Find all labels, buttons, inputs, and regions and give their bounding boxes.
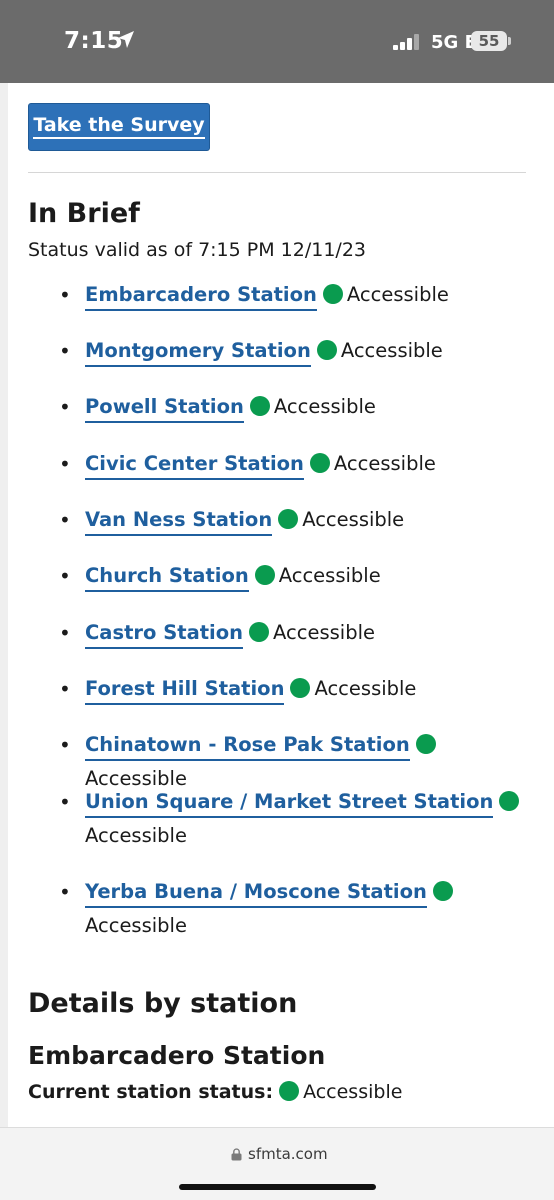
status-dot-icon xyxy=(249,622,270,642)
station-link-chinatown-rose-pak[interactable]: Chinatown - Rose Pak Station xyxy=(85,733,410,761)
list-item: • Yerba Buena / Moscone Station Accessible xyxy=(28,875,528,955)
list-item: • Embarcadero Station Accessible xyxy=(28,278,528,334)
station-link-castro[interactable]: Castro Station xyxy=(85,621,244,649)
status-dot-icon xyxy=(415,734,436,754)
station-link-powell[interactable]: Powell Station xyxy=(85,395,244,423)
station-status: Accessible xyxy=(85,914,187,937)
battery-icon: 55 xyxy=(471,31,507,51)
station-status: Accessible xyxy=(333,452,436,475)
status-time: 7:15 xyxy=(64,28,124,54)
take-survey-button[interactable]: Take the Survey xyxy=(28,103,210,151)
station-status: Accessible xyxy=(278,564,381,587)
bullet: • xyxy=(59,452,71,476)
list-item: • Montgomery Station Accessible xyxy=(28,334,528,390)
home-indicator[interactable] xyxy=(179,1184,376,1190)
station-status: Accessible xyxy=(273,621,375,644)
bullet: • xyxy=(59,508,71,532)
bullet: • xyxy=(59,790,71,814)
lock-icon xyxy=(231,1148,242,1161)
bullet: • xyxy=(59,395,71,419)
list-item: • Church Station Accessible xyxy=(28,559,528,616)
in-brief-heading: In Brief xyxy=(28,198,140,229)
status-bar: 7:15 5G E 55 xyxy=(0,0,554,83)
status-dot-icon xyxy=(309,453,330,473)
status-dot-icon xyxy=(279,1081,300,1101)
station-link-montgomery[interactable]: Montgomery Station xyxy=(85,339,311,367)
station-link-van-ness[interactable]: Van Ness Station xyxy=(85,508,273,536)
status-dot-icon xyxy=(432,881,453,901)
list-item: • Forest Hill Station Accessible xyxy=(28,672,528,728)
station-status: Accessible xyxy=(302,508,405,531)
station-list: • Embarcadero Station Accessible • Montgome… xyxy=(28,278,528,955)
list-item: • Powell Station Accessible xyxy=(28,390,528,447)
station-link-forest-hill[interactable]: Forest Hill Station xyxy=(85,677,285,705)
current-status-value: Accessible xyxy=(303,1081,403,1103)
status-dot-icon xyxy=(322,284,343,304)
bullet: • xyxy=(59,283,71,307)
list-item: • Chinatown - Rose Pak StationAccessible xyxy=(28,728,528,790)
status-dot-icon xyxy=(278,509,299,529)
browser-url-bar[interactable]: sfmta.com xyxy=(0,1127,554,1200)
section-divider xyxy=(28,172,526,173)
list-item: • Van Ness Station Accessible xyxy=(28,503,528,559)
bullet: • xyxy=(59,880,71,904)
url-text[interactable]: sfmta.com xyxy=(248,1145,328,1163)
network-type: 5G E xyxy=(431,32,477,53)
status-valid-text: Status valid as of 7:15 PM 12/11/23 xyxy=(28,239,366,261)
cellular-signal-icon xyxy=(393,34,419,50)
station-link-yerba-buena[interactable]: Yerba Buena / Moscone Station xyxy=(85,880,427,908)
bullet: • xyxy=(59,564,71,588)
bullet: • xyxy=(59,677,71,701)
status-dot-icon xyxy=(499,791,520,811)
list-item: • Civic Center Station Accessible xyxy=(28,447,528,503)
web-page: Take the Survey In Brief Status valid as… xyxy=(0,83,554,1127)
station-status: Accessible xyxy=(346,283,449,306)
location-arrow-icon xyxy=(118,31,134,48)
current-status-label: Current station status: xyxy=(28,1081,274,1103)
list-item: • Castro Station Accessible xyxy=(28,616,528,672)
station-link-civic-center[interactable]: Civic Center Station xyxy=(85,452,304,480)
station-status: Accessible xyxy=(85,824,187,847)
station-link-union-square[interactable]: Union Square / Market Street Station xyxy=(85,790,494,818)
bullet: • xyxy=(59,339,71,363)
details-heading: Details by station xyxy=(28,988,298,1019)
station-link-embarcadero[interactable]: Embarcadero Station xyxy=(85,283,317,311)
station-status: Accessible xyxy=(273,395,376,418)
status-dot-icon xyxy=(316,340,337,360)
bullet: • xyxy=(59,621,71,645)
list-item: • Union Square / Market Street Station Acc… xyxy=(28,785,528,875)
status-dot-icon xyxy=(290,678,311,698)
take-survey-label: Take the Survey xyxy=(33,115,205,139)
bullet: • xyxy=(59,733,71,757)
battery-tip xyxy=(508,37,511,45)
status-dot-icon xyxy=(249,396,270,416)
status-dot-icon xyxy=(254,565,275,585)
current-station-status: Current station status: Accessible xyxy=(28,1081,402,1103)
station-link-church[interactable]: Church Station xyxy=(85,564,249,592)
station-status: Accessible xyxy=(340,339,443,362)
station-detail-title: Embarcadero Station xyxy=(28,1041,326,1070)
station-status: Accessible xyxy=(314,677,417,700)
